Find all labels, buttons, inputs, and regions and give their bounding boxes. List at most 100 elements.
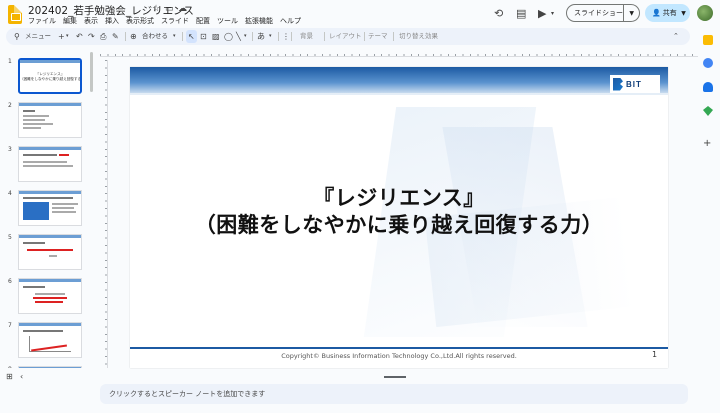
- slide-thumbnail-4[interactable]: [18, 190, 82, 226]
- bit-logo-icon: [613, 78, 623, 91]
- slide-number: 2: [8, 102, 12, 109]
- grid-view-icon[interactable]: ⊞: [6, 372, 13, 381]
- slide-copyright: Copyright© Business Information Technolo…: [281, 352, 517, 360]
- vertical-ruler[interactable]: [100, 60, 108, 368]
- zoom-dropdown-icon[interactable]: ▾: [173, 30, 176, 43]
- search-menus-button[interactable]: メニュー: [25, 31, 51, 42]
- thumb-header-bar: [19, 103, 81, 106]
- thumb-header-bar: [19, 147, 81, 150]
- thumb-line: [52, 211, 76, 213]
- slide-footer-band: [130, 347, 668, 349]
- comment-icon[interactable]: ▤: [516, 7, 526, 20]
- slide-thumbnail-2[interactable]: [18, 102, 82, 138]
- slide-thumbnail-3[interactable]: [18, 146, 82, 182]
- chevron-down-icon[interactable]: ▼: [623, 5, 639, 21]
- horizontal-ruler[interactable]: [100, 48, 698, 57]
- line-icon[interactable]: ╲: [236, 30, 241, 43]
- toolbar-divider: [291, 32, 292, 41]
- slide-thumbnail-1[interactable]: 『レジリエンス』 （困難をしなやかに乗り越え回復する力）: [18, 58, 82, 94]
- toolbar-divider: [252, 32, 253, 41]
- slideshow-label: スライドショー: [574, 9, 623, 17]
- thumb-header-bar: [20, 60, 80, 63]
- redo-icon[interactable]: ↷: [88, 30, 95, 43]
- new-slide-dropdown-icon[interactable]: ▾: [66, 30, 69, 43]
- cloud-status-icon[interactable]: ☁: [178, 4, 187, 14]
- more-icon[interactable]: ⋮: [282, 30, 290, 43]
- menu-edit[interactable]: 編集: [63, 16, 77, 26]
- search-icon[interactable]: ⚲: [14, 30, 20, 43]
- layout-button[interactable]: レイアウト: [329, 31, 362, 42]
- select-cursor-icon[interactable]: ↖: [186, 30, 197, 43]
- slide-number: 8: [8, 366, 12, 368]
- paint-format-icon[interactable]: ✎: [112, 30, 119, 43]
- menu-insert[interactable]: 挿入: [105, 16, 119, 26]
- chevron-down-icon[interactable]: ▼: [677, 10, 690, 17]
- menu-slide[interactable]: スライド: [161, 16, 189, 26]
- new-slide-icon[interactable]: +: [58, 30, 65, 43]
- menu-arrange[interactable]: 配置: [196, 16, 210, 26]
- star-icon[interactable]: ☆: [152, 4, 160, 14]
- side-panel-divider: [708, 133, 709, 134]
- slide-title[interactable]: 『レジリエンス』 （困難をしなやかに乗り越え回復する力）: [130, 185, 668, 239]
- thumb-image: [23, 202, 49, 220]
- menu-extensions[interactable]: 拡張機能: [245, 16, 273, 26]
- meet-dropdown-icon[interactable]: ▾: [551, 10, 554, 17]
- account-avatar[interactable]: [697, 5, 713, 21]
- slide-thumbnail-8[interactable]: [18, 366, 82, 368]
- add-on-plus-icon[interactable]: +: [703, 138, 711, 149]
- text-box-icon[interactable]: ⊡: [200, 30, 207, 43]
- slide-title-line2: （困難をしなやかに乗り越え回復する力）: [194, 213, 604, 237]
- slide-thumbnail-6[interactable]: [18, 278, 82, 314]
- image-icon[interactable]: ▨: [212, 30, 220, 43]
- shape-icon[interactable]: ◯: [224, 30, 233, 43]
- transition-button[interactable]: 切り替え効果: [399, 31, 438, 42]
- line-dropdown-icon[interactable]: ▾: [244, 30, 247, 43]
- notes-resize-handle[interactable]: [384, 376, 406, 378]
- thumb-line: [23, 161, 67, 163]
- slides-home-logo[interactable]: [8, 5, 22, 24]
- font-glyph[interactable]: あ: [257, 30, 265, 43]
- person-add-icon: 👤: [652, 9, 661, 17]
- history-icon[interactable]: ⟲: [494, 7, 503, 20]
- print-icon[interactable]: ⎙: [100, 30, 106, 43]
- toolbar: ⚲ メニュー + ▾ ↶ ↷ ⎙ ✎ ⊕ 合わせる ▾ ↖ ⊡ ▨ ◯ ╲ ▾ …: [6, 28, 690, 45]
- thumb-header-bar: [19, 191, 81, 194]
- speaker-notes[interactable]: クリックするとスピーカー ノートを追加できます: [100, 384, 688, 404]
- menu-format[interactable]: 表示形式: [126, 16, 154, 26]
- thumb-highlight: [27, 249, 73, 251]
- thumb-highlight: [33, 297, 67, 299]
- collapse-panel-icon[interactable]: ‹: [20, 372, 23, 381]
- thumb-line: [23, 197, 73, 199]
- menu-file[interactable]: ファイル: [28, 16, 56, 26]
- background-button[interactable]: 背景: [300, 31, 313, 42]
- menu-help[interactable]: ヘルプ: [280, 16, 301, 26]
- font-dropdown-icon[interactable]: ▾: [269, 30, 272, 43]
- zoom-icon[interactable]: ⊕: [130, 30, 137, 43]
- move-folder-icon[interactable]: ▭: [165, 4, 174, 14]
- share-button[interactable]: 👤 共有 ▼: [645, 4, 690, 22]
- slide-thumbnail-5[interactable]: [18, 234, 82, 270]
- maps-icon[interactable]: [703, 106, 713, 116]
- thumb-line: [35, 293, 65, 295]
- contacts-icon[interactable]: [703, 82, 713, 92]
- thumb-highlight: [59, 154, 69, 156]
- zoom-select[interactable]: 合わせる: [142, 31, 168, 42]
- collapse-toolbar-icon[interactable]: ⌃: [673, 30, 679, 43]
- filmstrip-scrollbar[interactable]: [90, 52, 93, 92]
- thumb-line: [49, 255, 57, 257]
- slideshow-button[interactable]: スライドショー ▼: [566, 4, 640, 22]
- slide-header-underline: [130, 93, 668, 95]
- tasks-icon[interactable]: [703, 58, 713, 68]
- share-label: 共有: [662, 9, 677, 17]
- logo-text: BIT: [626, 79, 642, 89]
- menu-tools[interactable]: ツール: [217, 16, 238, 26]
- slide-thumbnail-7[interactable]: [18, 322, 82, 358]
- meet-video-icon[interactable]: ▶: [538, 7, 546, 20]
- menu-view[interactable]: 表示: [84, 16, 98, 26]
- slide-canvas[interactable]: BIT 『レジリエンス』 （困難をしなやかに乗り越え回復する力） Copyrig…: [130, 67, 668, 368]
- thumb-header-bar: [19, 235, 81, 238]
- theme-button[interactable]: テーマ: [368, 31, 388, 42]
- undo-icon[interactable]: ↶: [76, 30, 83, 43]
- toolbar-divider: [324, 32, 325, 41]
- keep-icon[interactable]: [703, 35, 713, 45]
